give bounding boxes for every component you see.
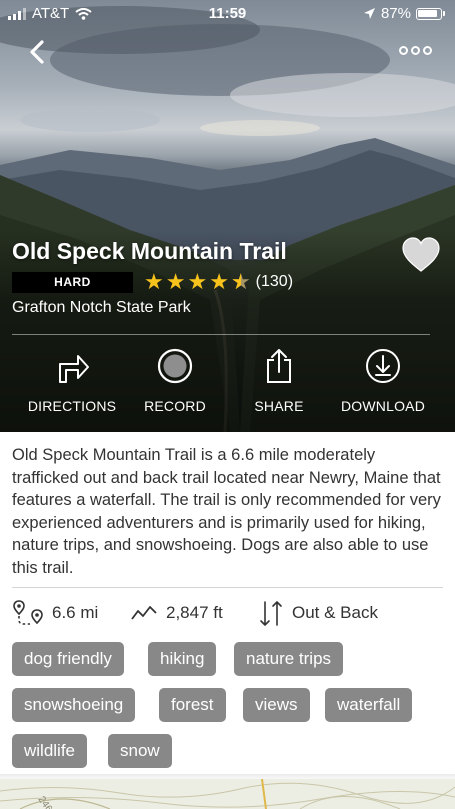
elevation-gain-icon: [131, 606, 157, 620]
share-button[interactable]: SHARE: [229, 344, 329, 424]
tag-views[interactable]: views: [243, 688, 310, 722]
directions-label: DIRECTIONS: [27, 398, 117, 414]
trail-stats: 6.6 mi 2,847 ft Out & Back: [12, 598, 442, 628]
rating-stars: ★ ★ ★ ★ ★★ (130): [144, 271, 293, 293]
topo-map-image: 2460: [0, 779, 455, 809]
location-arrow-icon: [363, 8, 375, 19]
tag-snow[interactable]: snow: [108, 734, 172, 768]
star-icon: ★: [144, 269, 164, 294]
share-label: SHARE: [254, 398, 304, 414]
download-button[interactable]: DOWNLOAD: [333, 344, 433, 424]
tag-nature-trips[interactable]: nature trips: [234, 642, 344, 676]
section-divider: [12, 587, 443, 588]
record-icon: [157, 348, 193, 384]
action-bar: DIRECTIONS RECORD SHARE DOWNLOAD: [0, 344, 455, 424]
trail-description: Old Speck Mountain Trail is a 6.6 mile m…: [12, 446, 441, 577]
status-bar: AT&T 11:59 87%: [0, 0, 455, 28]
half-star-icon: ★★: [230, 269, 251, 294]
more-dot-icon: [411, 45, 420, 55]
out-and-back-icon: [260, 601, 282, 626]
tag-forest[interactable]: forest: [159, 688, 226, 722]
more-dot-icon: [423, 45, 432, 55]
directions-arrow-icon: [59, 355, 89, 383]
heart-icon: [402, 237, 440, 272]
directions-button[interactable]: DIRECTIONS: [22, 344, 122, 424]
distance-stat: 6.6 mi: [12, 598, 98, 628]
record-label: RECORD: [144, 398, 206, 414]
more-options-button[interactable]: [399, 42, 435, 58]
tag-dog-friendly[interactable]: dog friendly: [12, 642, 124, 676]
contour-label: 2460: [36, 794, 58, 809]
battery-percent: 87%: [380, 5, 411, 22]
star-icon: ★: [165, 269, 186, 294]
back-button[interactable]: [26, 38, 50, 68]
share-icon: [267, 349, 291, 383]
park-name[interactable]: Grafton Notch State Park: [12, 299, 191, 317]
download-label: DOWNLOAD: [340, 398, 426, 414]
battery-icon: [416, 7, 442, 20]
tag-hiking[interactable]: hiking: [148, 642, 217, 676]
tag-waterfall[interactable]: waterfall: [325, 688, 413, 722]
route-distance-icon: [13, 600, 43, 625]
more-dot-icon: [399, 45, 408, 55]
trail-map-preview[interactable]: 2460: [0, 779, 455, 809]
route-type-stat: Out & Back: [258, 598, 378, 628]
review-count[interactable]: (130): [256, 273, 293, 291]
record-button[interactable]: RECORD: [125, 344, 225, 424]
hero-divider: [12, 334, 430, 335]
distance-value: 6.6 mi: [52, 603, 99, 622]
difficulty-badge: HARD: [12, 272, 133, 293]
elevation-value: 2,847 ft: [166, 603, 223, 622]
chevron-left-icon: [30, 40, 44, 64]
tag-wildlife[interactable]: wildlife: [12, 734, 88, 768]
elevation-stat: 2,847 ft: [130, 598, 223, 628]
route-type-value: Out & Back: [292, 603, 378, 622]
trail-title: Old Speck Mountain Trail: [12, 238, 287, 264]
battery-tip: [443, 11, 445, 16]
download-icon: [366, 349, 400, 383]
star-icon: ★: [209, 269, 229, 294]
star-icon: ★: [187, 269, 208, 294]
tag-snowshoeing[interactable]: snowshoeing: [12, 688, 136, 722]
favorite-heart-button[interactable]: [401, 237, 441, 273]
